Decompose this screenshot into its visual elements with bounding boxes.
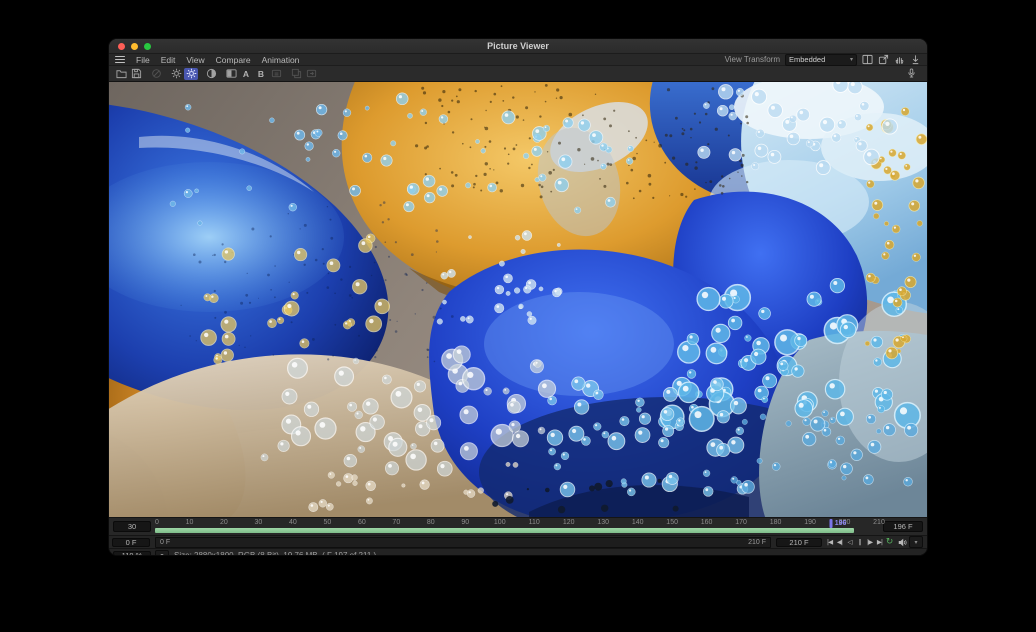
- microphone-icon[interactable]: [904, 68, 918, 80]
- ruler-tick-label: 30: [255, 519, 263, 526]
- window-title: Picture Viewer: [109, 41, 927, 51]
- goto-end-button[interactable]: ▶|: [875, 537, 884, 547]
- view-transform-dropdown[interactable]: Embedded ▾: [785, 54, 857, 66]
- hand-pan-icon[interactable]: [894, 54, 905, 65]
- render-image: [109, 82, 927, 517]
- menu-compare[interactable]: Compare: [216, 55, 251, 65]
- ruler-tick-label: 180: [770, 519, 782, 526]
- chevron-down-icon: ▾: [850, 56, 853, 63]
- timeline-range-row: 0 F 0 F 210 F 210 F |◀◀|◁‖|▶▶|↻ ▾: [109, 535, 927, 548]
- ruler-tick-label: 130: [597, 519, 609, 526]
- menu-file[interactable]: File: [136, 55, 150, 65]
- ab-compare-icon[interactable]: [224, 68, 238, 80]
- ruler-tick-label: 150: [666, 519, 678, 526]
- title-bar: Picture Viewer: [109, 39, 927, 54]
- ruler-tick-label: 210: [873, 519, 885, 526]
- ruler-tick-label: 20: [220, 519, 228, 526]
- save-icon[interactable]: [129, 68, 143, 80]
- ruler-tick-label: 60: [358, 519, 366, 526]
- timeline-ruler-row: 30 0 10 20 30 40 50 60 70 80 90 100 110 120 130 140 150…: [109, 517, 927, 535]
- playback-options-dropdown[interactable]: ▾: [909, 536, 923, 548]
- ruler-tick-label: 90: [461, 519, 469, 526]
- menu-edit[interactable]: Edit: [161, 55, 176, 65]
- settings-gear-active-icon[interactable]: [184, 68, 198, 80]
- ruler-tick-label: 100: [494, 519, 506, 526]
- open-external-icon[interactable]: [878, 54, 889, 65]
- contrast-icon[interactable]: [204, 68, 218, 80]
- menu-view[interactable]: View: [186, 55, 204, 65]
- step-back-button[interactable]: ◀|: [835, 537, 844, 547]
- ruler-tick-label: 190: [804, 519, 816, 526]
- filter-disabled-icon[interactable]: [149, 68, 163, 80]
- ruler-tick-label: 0: [155, 519, 159, 526]
- range-bar-start-label: 0 F: [160, 539, 170, 546]
- split-view-icon[interactable]: [862, 54, 873, 65]
- status-bar: 119 % ▾ Size: 2880x1800, RGB (8 Bit), 19…: [109, 548, 927, 556]
- hamburger-menu-icon[interactable]: [115, 56, 125, 63]
- open-folder-icon[interactable]: [114, 68, 128, 80]
- ruler-tick-label: 170: [735, 519, 747, 526]
- zoom-dropdown[interactable]: ▾: [155, 550, 169, 557]
- ruler-tick-label: 50: [323, 519, 331, 526]
- ruler-tick-label: 110: [529, 519, 540, 526]
- range-slider[interactable]: 0 F 210 F: [155, 537, 771, 548]
- copy-icon[interactable]: [289, 68, 303, 80]
- range-end-field[interactable]: 210 F: [776, 538, 822, 547]
- b-channel-button[interactable]: B: [258, 69, 264, 79]
- view-transform-value: Embedded: [789, 55, 825, 64]
- menu-animation[interactable]: Animation: [262, 55, 300, 65]
- ruler-tick-label: 80: [427, 519, 435, 526]
- range-start-field[interactable]: 0 F: [112, 538, 150, 547]
- cached-frames-bar: [155, 528, 854, 533]
- paste-icon[interactable]: [304, 68, 318, 80]
- play-reverse-button[interactable]: ◁: [845, 537, 854, 547]
- current-frame-field[interactable]: 196 F: [883, 521, 923, 532]
- settings-gear-icon[interactable]: [169, 68, 183, 80]
- range-bar-end-label: 210 F: [748, 539, 766, 546]
- ruler-tick-label: 10: [186, 519, 194, 526]
- ruler-tick-label: 140: [632, 519, 644, 526]
- playhead-label: 196: [835, 520, 847, 527]
- fps-field[interactable]: 30: [113, 521, 151, 532]
- zoom-level-field[interactable]: 119 %: [113, 551, 151, 557]
- picture-viewer-window: Picture Viewer File Edit View Compare An…: [108, 38, 928, 556]
- ruler-tick-label: 70: [392, 519, 400, 526]
- render-viewport[interactable]: [109, 82, 927, 517]
- goto-start-button[interactable]: |◀: [825, 537, 834, 547]
- ruler-tick-label: 160: [701, 519, 713, 526]
- ruler-tick-label: 40: [289, 519, 297, 526]
- a-channel-button[interactable]: A: [243, 69, 249, 79]
- menu-bar: File Edit View Compare Animation View Tr…: [109, 54, 927, 66]
- pause-button[interactable]: ‖: [855, 537, 864, 547]
- toolbar: A B: [109, 66, 927, 82]
- speaker-icon[interactable]: [898, 537, 907, 547]
- image-info-text: Size: 2880x1800, RGB (8 Bit), 19.76 MB, …: [174, 551, 376, 556]
- view-transform-label: View Transform: [725, 55, 780, 64]
- compare-link-icon[interactable]: [269, 68, 283, 80]
- loop-button[interactable]: ↻: [885, 537, 894, 547]
- ruler-tick-label: 120: [563, 519, 575, 526]
- playhead-marker[interactable]: [829, 519, 832, 528]
- timeline-ruler[interactable]: 0 10 20 30 40 50 60 70 80 90 100 110 120 130 140 150 160…: [155, 518, 879, 535]
- step-forward-button[interactable]: |▶: [865, 537, 874, 547]
- transport-controls: |◀◀|◁‖|▶▶|↻: [825, 537, 894, 547]
- pin-dock-icon[interactable]: [910, 54, 921, 65]
